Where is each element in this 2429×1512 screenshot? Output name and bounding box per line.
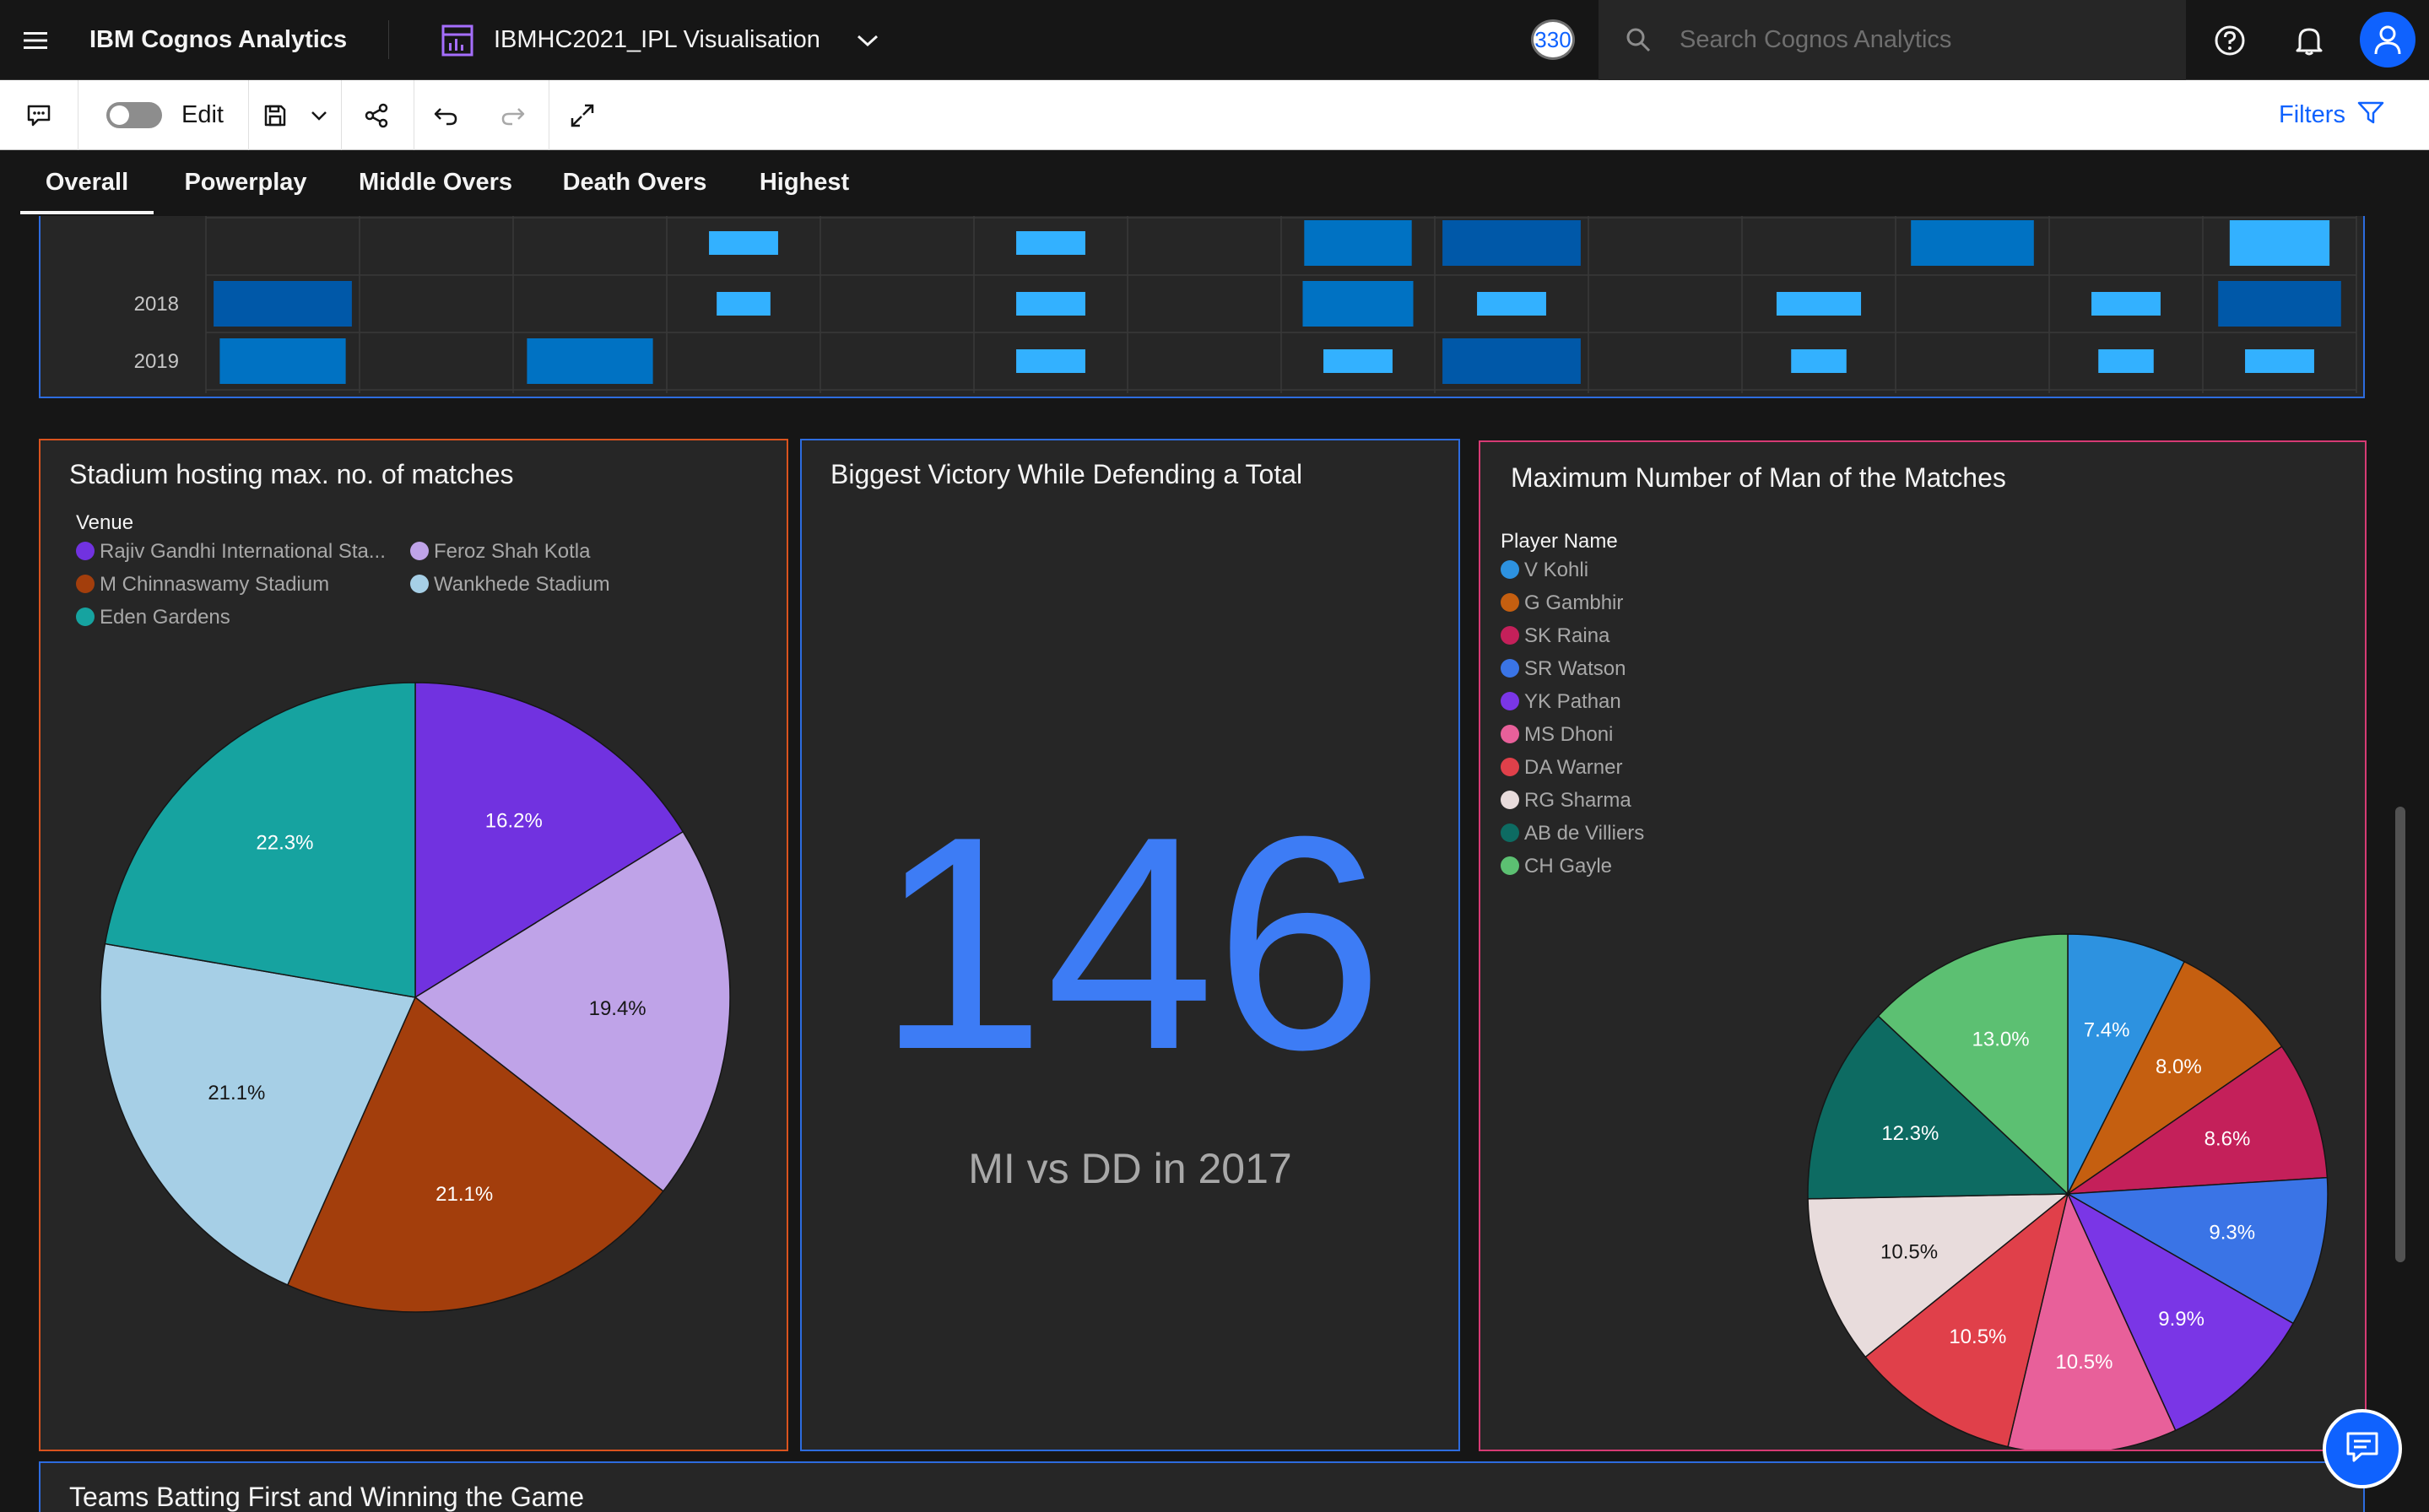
heatmap-cell[interactable] xyxy=(1016,349,1085,373)
toolbar-divider xyxy=(248,80,249,150)
chat-bubble-icon xyxy=(2345,1430,2380,1468)
heatmap-cell[interactable] xyxy=(1911,220,2034,266)
heatmap-cell[interactable] xyxy=(219,338,346,384)
toggle-knob xyxy=(110,105,129,125)
undo-icon[interactable] xyxy=(422,80,469,150)
pie-data-label: 21.1% xyxy=(208,1082,265,1104)
fullscreen-expand-icon[interactable] xyxy=(559,80,606,150)
filters-button[interactable]: Filters xyxy=(2279,80,2414,150)
filter-funnel-icon xyxy=(2357,100,2384,130)
heatmap-cell[interactable] xyxy=(1477,292,1546,316)
kpi-subtitle: MI vs DD in 2017 xyxy=(968,1145,1292,1192)
heatmap-cell[interactable] xyxy=(2245,349,2314,373)
pie-data-label: 21.1% xyxy=(435,1183,493,1206)
heatmap-widget[interactable]: 2018 2019 xyxy=(39,216,2365,398)
save-icon[interactable] xyxy=(253,80,297,150)
widget-title: Biggest Victory While Defending a Total xyxy=(830,459,1303,489)
edit-mode-toggle[interactable] xyxy=(106,102,162,128)
dashboard-icon xyxy=(435,19,479,62)
heatmap-cell[interactable] xyxy=(2091,292,2161,316)
pie-data-label: 8.6% xyxy=(2204,1128,2251,1151)
canvas-scrollbar[interactable] xyxy=(2392,216,2410,1512)
heatmap-cell[interactable] xyxy=(214,281,352,327)
pie-data-label: 22.3% xyxy=(256,831,313,854)
hamburger-menu-icon[interactable] xyxy=(0,0,71,80)
widget-title: Teams Batting First and Winning the Game xyxy=(69,1482,585,1512)
victory-kpi-widget[interactable]: Biggest Victory While Defending a Total … xyxy=(800,439,1460,1451)
mom-pie-chart: 7.4% 8.0% 8.6% 9.3% 9.9% 10.5% 10.5% 10.5% 12.3%… xyxy=(1807,933,2329,1450)
scrollbar-thumb[interactable] xyxy=(2395,807,2405,1262)
app-title[interactable]: IBM Cognos Analytics xyxy=(89,0,347,80)
heatmap-row-label: 2018 xyxy=(134,293,179,316)
tab-death-overs[interactable]: Death Overs xyxy=(552,150,717,214)
notification-bell-icon[interactable] xyxy=(2284,15,2334,66)
heatmap-cell[interactable] xyxy=(1791,349,1847,373)
heatmap-cell[interactable] xyxy=(1304,220,1412,266)
chat-assistant-button[interactable] xyxy=(2323,1409,2402,1488)
search-icon xyxy=(1619,20,1658,59)
heatmap-cell[interactable] xyxy=(527,338,653,384)
user-avatar-icon[interactable] xyxy=(2360,12,2415,68)
redo-icon[interactable] xyxy=(490,80,537,150)
dashboard-canvas: 2018 2019 Stadium hosting max. no. of mat… xyxy=(19,216,2395,1512)
stadium-pie-widget[interactable]: Stadium hosting max. no. of matches Venu… xyxy=(39,439,788,1451)
heatmap-cell[interactable] xyxy=(1016,292,1085,316)
teams-batting-first-widget[interactable]: Teams Batting First and Winning the Game xyxy=(39,1461,2365,1512)
heatmap-cell[interactable] xyxy=(1323,349,1393,373)
heatmap-cell[interactable] xyxy=(1016,231,1085,255)
pie-data-label: 10.5% xyxy=(1880,1240,1938,1263)
heatmap-cell[interactable] xyxy=(709,231,778,255)
pie-data-label: 12.3% xyxy=(1881,1122,1939,1145)
stadium-pie-chart: 16.2% 19.4% 21.1% 21.1% 22.3% xyxy=(100,682,731,1313)
chevron-down-icon[interactable] xyxy=(844,19,891,62)
report-title[interactable]: IBMHC2021_IPL Visualisation xyxy=(494,0,820,80)
pie-data-label: 10.5% xyxy=(1949,1326,2006,1348)
search-input[interactable] xyxy=(1680,0,2169,80)
heatmap-row-label: 2019 xyxy=(134,350,179,373)
mom-pie-widget[interactable]: Maximum Number of Man of the Matches Pla… xyxy=(1479,440,2367,1451)
kpi-value: 146 xyxy=(876,774,1384,1113)
edit-label: Edit xyxy=(181,101,224,128)
heatmap-cell[interactable] xyxy=(1776,292,1862,316)
tab-overall[interactable]: Overall xyxy=(20,150,154,214)
comment-icon[interactable] xyxy=(15,80,62,150)
help-icon[interactable] xyxy=(2204,15,2255,66)
tab-highest[interactable]: Highest xyxy=(746,150,863,214)
active-users-badge[interactable]: 330 xyxy=(1531,19,1575,60)
dashboard-toolbar: Edit Filters xyxy=(0,80,2429,150)
heatmap-cell[interactable] xyxy=(1442,220,1581,266)
pie-data-label: 9.9% xyxy=(2158,1308,2204,1331)
pie-data-label: 7.4% xyxy=(2084,1018,2130,1041)
chevron-down-icon[interactable] xyxy=(300,80,338,150)
heatmap-cell[interactable] xyxy=(2098,349,2154,373)
pie-data-label: 13.0% xyxy=(1972,1028,2030,1050)
header-divider xyxy=(388,20,389,59)
heatmap-cell[interactable] xyxy=(2229,220,2330,266)
heatmap-cell[interactable] xyxy=(1442,338,1581,384)
pie-data-label: 19.4% xyxy=(589,997,646,1020)
tab-bar: Overall Powerplay Middle Overs Death Ove… xyxy=(0,150,2429,214)
top-header: IBM Cognos Analytics IBMHC2021_IPL Visua… xyxy=(0,0,2429,80)
pie-data-label: 9.3% xyxy=(2209,1221,2255,1244)
heatmap-grid: 2018 2019 xyxy=(134,216,2357,393)
filters-label: Filters xyxy=(2279,101,2345,128)
heatmap-cell[interactable] xyxy=(2218,281,2341,327)
heatmap-cell[interactable] xyxy=(1302,281,1414,327)
pie-data-label: 10.5% xyxy=(2055,1351,2113,1374)
tab-middle-overs[interactable]: Middle Overs xyxy=(353,150,518,214)
heatmap-cell[interactable] xyxy=(717,292,771,316)
tab-powerplay[interactable]: Powerplay xyxy=(174,150,317,214)
pie-data-label: 16.2% xyxy=(485,809,543,832)
toolbar-divider xyxy=(341,80,342,150)
share-icon[interactable] xyxy=(353,80,400,150)
pie-data-label: 8.0% xyxy=(2156,1056,2202,1078)
